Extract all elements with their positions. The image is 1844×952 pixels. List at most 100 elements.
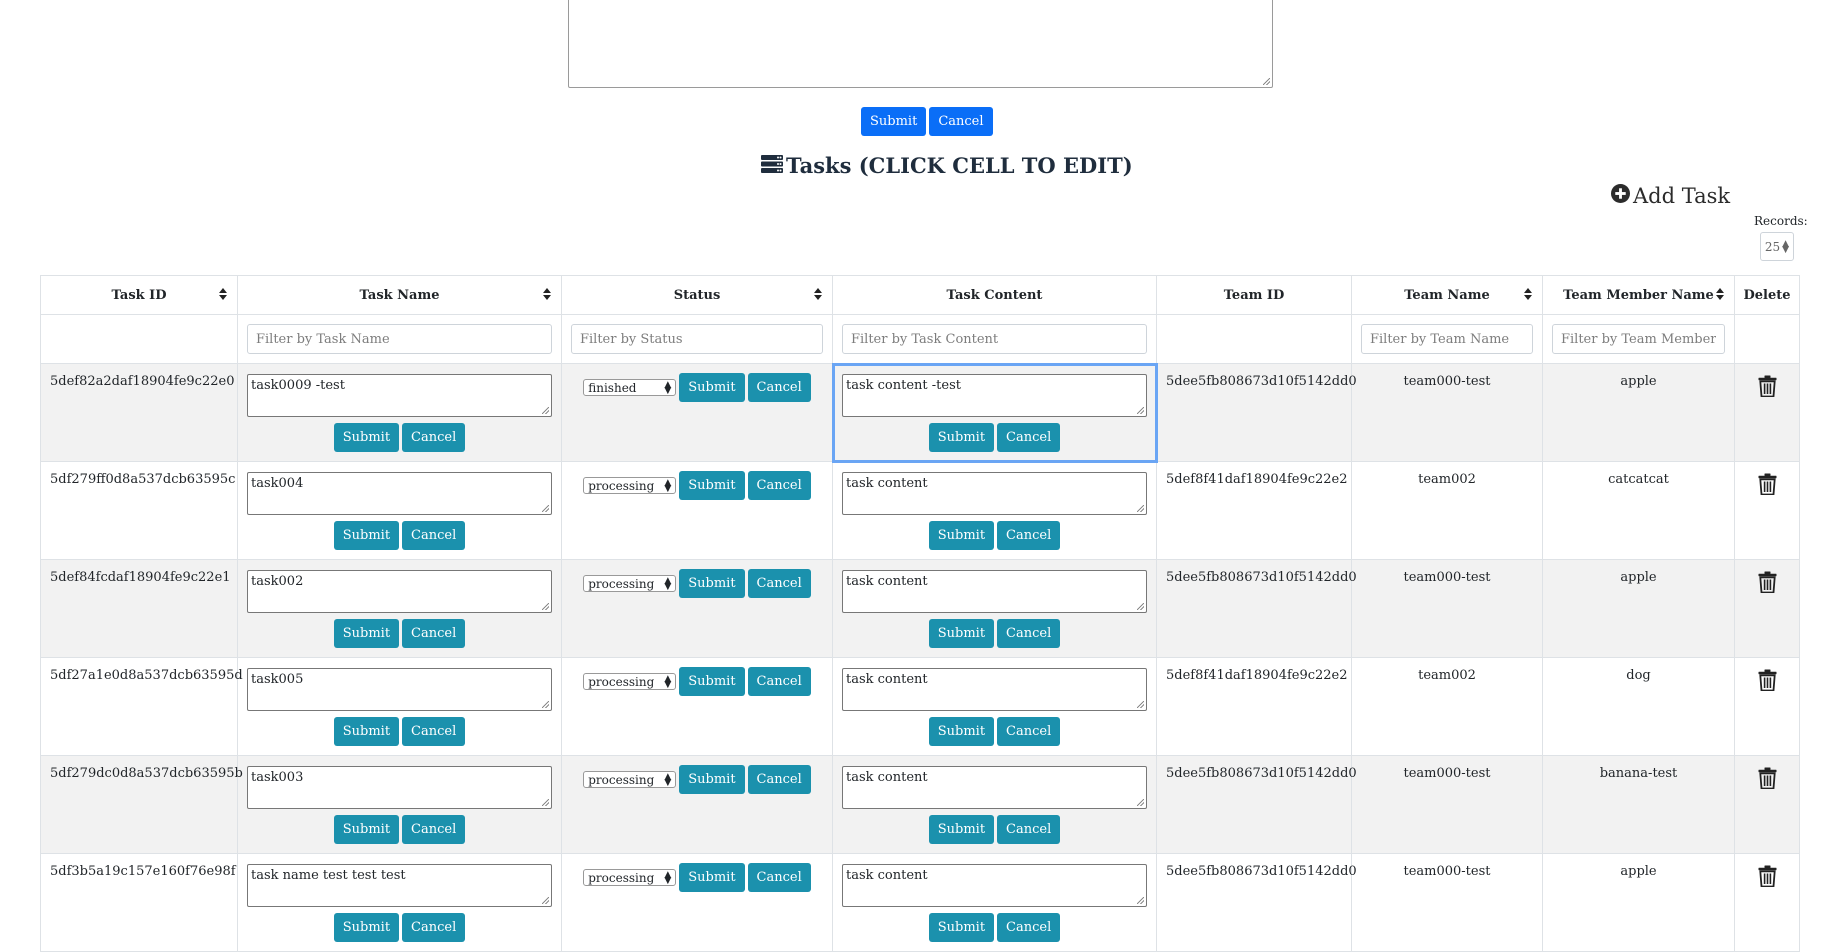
header-task-id[interactable]: Task ID [40, 275, 238, 315]
status-cancel-button[interactable]: Cancel [747, 373, 811, 402]
trash-icon[interactable] [1758, 571, 1777, 597]
status-select[interactable]: processing ▲ ▼ [583, 869, 677, 886]
status-select[interactable]: processing ▲ ▼ [583, 477, 677, 494]
task-content-textarea[interactable]: task content [842, 864, 1147, 907]
status-cell[interactable]: processing ▲ ▼ Submit Cancel [561, 559, 833, 658]
task-content-textarea[interactable]: task content [842, 472, 1147, 515]
task-content-submit-button[interactable]: Submit [928, 717, 995, 746]
add-task-button[interactable]: Add Task [1611, 184, 1730, 208]
filter-team-name-input[interactable] [1361, 324, 1533, 354]
task-content-textarea[interactable]: task content [842, 766, 1147, 809]
task-name-submit-button[interactable]: Submit [333, 619, 400, 648]
task-content-submit-button[interactable]: Submit [928, 521, 995, 550]
status-cancel-button[interactable]: Cancel [747, 471, 811, 500]
resize-grip[interactable] [1137, 897, 1144, 904]
resize-grip[interactable] [1137, 701, 1144, 708]
task-name-cancel-button[interactable]: Cancel [402, 717, 466, 746]
filter-member-name-input[interactable] [1552, 324, 1725, 354]
task-name-submit-button[interactable]: Submit [333, 815, 400, 844]
task-id-cell[interactable]: 5def84fcdaf18904fe9c22e1 [40, 559, 238, 658]
task-name-submit-button[interactable]: Submit [333, 913, 400, 942]
status-cancel-button[interactable]: Cancel [747, 667, 811, 696]
resize-grip[interactable] [542, 603, 549, 610]
task-name-textarea[interactable]: task name test test test [247, 864, 552, 907]
task-name-cancel-button[interactable]: Cancel [402, 913, 466, 942]
status-cell[interactable]: processing ▲ ▼ Submit Cancel [561, 755, 833, 854]
status-select[interactable]: processing ▲ ▼ [583, 771, 677, 788]
trash-icon[interactable] [1758, 865, 1777, 891]
task-content-cancel-button[interactable]: Cancel [997, 717, 1061, 746]
task-content-cancel-button[interactable]: Cancel [997, 815, 1061, 844]
task-content-submit-button[interactable]: Submit [928, 423, 995, 452]
status-select[interactable]: processing ▲ ▼ [583, 673, 677, 690]
resize-grip[interactable] [542, 897, 549, 904]
task-name-submit-button[interactable]: Submit [333, 521, 400, 550]
header-status[interactable]: Status [561, 275, 833, 315]
task-content-cell[interactable]: task content Submit Cancel [832, 657, 1157, 756]
header-member-name[interactable]: Team Member Name [1542, 275, 1735, 315]
status-submit-button[interactable]: Submit [679, 569, 745, 598]
resize-grip[interactable] [542, 407, 549, 414]
task-content-cell[interactable]: task content Submit Cancel [832, 461, 1157, 560]
resize-grip[interactable] [542, 799, 549, 806]
task-content-cancel-button[interactable]: Cancel [997, 423, 1061, 452]
header-team-name[interactable]: Team Name [1351, 275, 1543, 315]
task-content-submit-button[interactable]: Submit [928, 815, 995, 844]
task-name-cell[interactable]: task005 Submit Cancel [237, 657, 562, 756]
resize-grip[interactable] [1137, 505, 1144, 512]
trash-icon[interactable] [1758, 473, 1777, 499]
task-content-textarea[interactable]: task content [842, 668, 1147, 711]
task-name-textarea[interactable]: task0009 -test [247, 374, 552, 417]
task-content-cell[interactable]: task content Submit Cancel [832, 755, 1157, 854]
resize-grip[interactable] [542, 505, 549, 512]
task-id-cell[interactable]: 5df279dc0d8a537dcb63595b [40, 755, 243, 854]
header-task-name[interactable]: Task Name [237, 275, 562, 315]
task-id-cell[interactable]: 5df279ff0d8a537dcb63595c [40, 461, 238, 560]
task-content-textarea[interactable]: task content [842, 570, 1147, 613]
status-submit-button[interactable]: Submit [679, 667, 745, 696]
status-submit-button[interactable]: Submit [679, 471, 745, 500]
top-textarea[interactable] [568, 0, 1273, 88]
status-cell[interactable]: finished ▲ ▼ Submit Cancel [561, 363, 833, 462]
status-submit-button[interactable]: Submit [679, 373, 745, 402]
status-cancel-button[interactable]: Cancel [747, 569, 811, 598]
status-select[interactable]: finished ▲ ▼ [583, 379, 677, 396]
status-cell[interactable]: processing ▲ ▼ Submit Cancel [561, 853, 833, 952]
top-submit-button[interactable]: Submit [861, 107, 927, 136]
status-cancel-button[interactable]: Cancel [747, 863, 811, 892]
task-content-cancel-button[interactable]: Cancel [997, 521, 1061, 550]
task-name-cancel-button[interactable]: Cancel [402, 815, 466, 844]
task-name-textarea[interactable]: task004 [247, 472, 552, 515]
resize-grip[interactable] [1137, 799, 1144, 806]
task-id-cell[interactable]: 5df3b5a19c157e160f76e98f [40, 853, 238, 952]
task-name-cancel-button[interactable]: Cancel [402, 423, 466, 452]
task-name-submit-button[interactable]: Submit [333, 717, 400, 746]
task-id-cell[interactable]: 5def82a2daf18904fe9c22e0 [40, 363, 238, 462]
resize-grip[interactable] [542, 701, 549, 708]
filter-status-input[interactable] [571, 324, 823, 354]
status-submit-button[interactable]: Submit [679, 765, 745, 794]
status-cell[interactable]: processing ▲ ▼ Submit Cancel [561, 657, 833, 756]
task-name-submit-button[interactable]: Submit [333, 423, 400, 452]
task-name-cell[interactable]: task0009 -test Submit Cancel [237, 363, 562, 462]
task-name-cancel-button[interactable]: Cancel [402, 521, 466, 550]
filter-task-content-input[interactable] [842, 324, 1147, 354]
task-name-cell[interactable]: task004 Submit Cancel [237, 461, 562, 560]
task-content-cancel-button[interactable]: Cancel [997, 913, 1061, 942]
task-content-cell[interactable]: task content Submit Cancel [832, 559, 1157, 658]
filter-task-name-input[interactable] [247, 324, 552, 354]
task-content-submit-button[interactable]: Submit [928, 913, 995, 942]
task-content-cancel-button[interactable]: Cancel [997, 619, 1061, 648]
task-name-cancel-button[interactable]: Cancel [402, 619, 466, 648]
status-cancel-button[interactable]: Cancel [747, 765, 811, 794]
status-submit-button[interactable]: Submit [679, 863, 745, 892]
task-name-cell[interactable]: task name test test test Submit Cancel [237, 853, 562, 952]
trash-icon[interactable] [1758, 669, 1777, 695]
status-cell[interactable]: processing ▲ ▼ Submit Cancel [561, 461, 833, 560]
task-content-cell[interactable]: task content -test Submit Cancel [831, 362, 1158, 463]
task-content-cell[interactable]: task content Submit Cancel [832, 853, 1157, 952]
trash-icon[interactable] [1758, 375, 1777, 401]
task-name-cell[interactable]: task003 Submit Cancel [237, 755, 562, 854]
top-cancel-button[interactable]: Cancel [929, 107, 993, 136]
trash-icon[interactable] [1758, 767, 1777, 793]
